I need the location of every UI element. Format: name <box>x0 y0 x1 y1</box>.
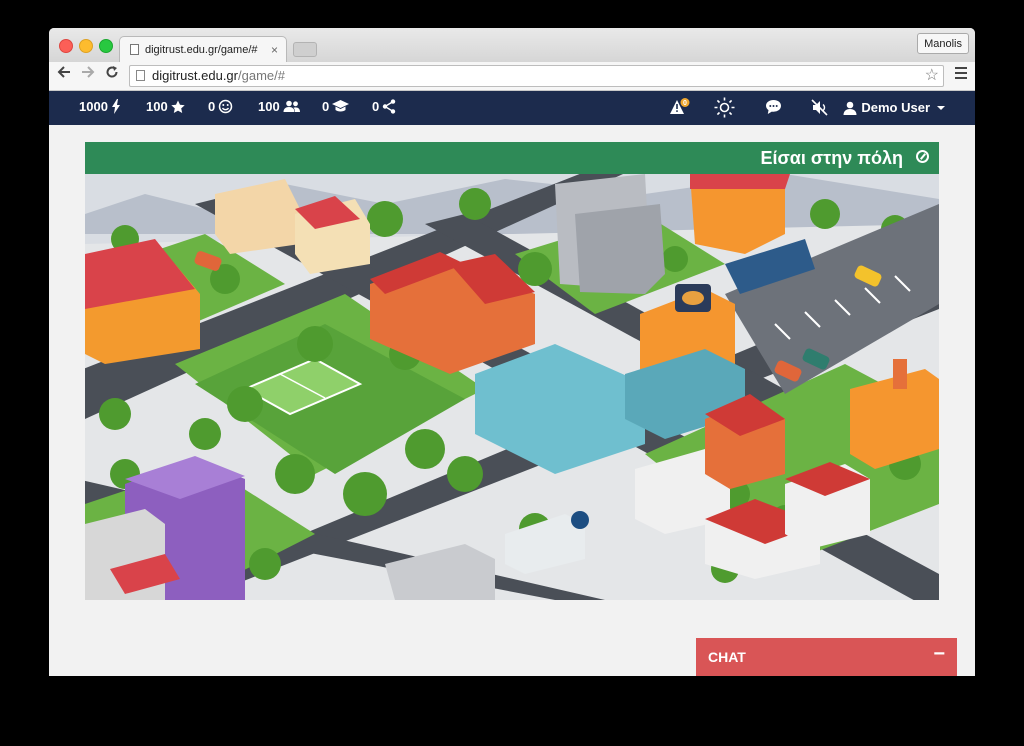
alerts-button[interactable]: 0 <box>669 98 691 121</box>
smiley-icon <box>218 99 233 114</box>
brightness-button[interactable] <box>714 97 735 121</box>
stars-value: 100 <box>146 99 168 114</box>
share-icon <box>383 99 396 114</box>
chat-panel[interactable]: CHAT − <box>696 638 957 676</box>
energy-value: 1000 <box>79 99 108 114</box>
page-icon <box>136 70 145 81</box>
lightning-icon <box>111 99 120 114</box>
forward-button[interactable] <box>81 65 95 84</box>
user-icon <box>843 101 857 115</box>
url-text: digitrust.edu.gr/game/# <box>152 66 285 86</box>
minimize-window-button[interactable] <box>79 39 93 53</box>
maximize-window-button[interactable] <box>99 39 113 53</box>
share-stat[interactable]: 0 <box>372 99 396 114</box>
close-window-button[interactable] <box>59 39 73 53</box>
arrow-left-icon <box>57 66 70 78</box>
url-host: digitrust.edu.gr <box>152 68 238 83</box>
user-name: Demo User <box>861 100 930 115</box>
browser-toolbar: digitrust.edu.gr/game/# ☆ <box>49 62 975 91</box>
users-icon <box>283 100 300 112</box>
tab-strip: digitrust.edu.gr/game/# × Manolis <box>49 28 975 62</box>
sun-icon <box>714 97 735 118</box>
browser-window: digitrust.edu.gr/game/# × Manolis digitr… <box>49 28 975 676</box>
education-value: 0 <box>322 99 330 114</box>
warning-icon: 0 <box>670 98 690 114</box>
chevron-down-icon <box>937 105 945 110</box>
page-favicon-icon <box>130 44 139 55</box>
chat-label: CHAT <box>708 649 746 665</box>
smiley-value: 0 <box>208 99 216 114</box>
volume-mute-icon <box>811 99 828 116</box>
url-path: /game/# <box>238 68 285 83</box>
city-panel: Είσαι στην πόλη <box>85 142 939 600</box>
new-tab-button[interactable] <box>293 42 317 57</box>
panel-header: Είσαι στην πόλη <box>85 142 939 174</box>
arrow-right-icon <box>82 66 95 78</box>
compass-icon[interactable] <box>916 150 929 163</box>
smiley-stat[interactable]: 0 <box>208 99 233 114</box>
education-stat[interactable]: 0 <box>322 99 350 114</box>
reload-icon <box>106 66 118 78</box>
sound-toggle-button[interactable] <box>811 99 829 119</box>
address-bar[interactable]: digitrust.edu.gr/game/# ☆ <box>129 65 944 87</box>
profile-button[interactable]: Manolis <box>917 33 969 54</box>
stars-stat[interactable]: 100 <box>146 99 185 114</box>
back-button[interactable] <box>57 65 71 84</box>
messages-button[interactable] <box>765 99 782 118</box>
energy-stat[interactable]: 1000 <box>79 99 121 114</box>
browser-menu-icon[interactable] <box>955 67 967 82</box>
bookmark-star-icon[interactable]: ☆ <box>925 66 939 86</box>
browser-tab[interactable]: digitrust.edu.gr/game/# × <box>119 36 287 62</box>
share-value: 0 <box>372 99 380 114</box>
chat-minimize-button[interactable]: − <box>933 643 945 666</box>
alerts-count: 0 <box>683 100 687 107</box>
tab-title: digitrust.edu.gr/game/# <box>145 43 258 56</box>
user-menu[interactable]: Demo User <box>843 100 945 115</box>
star-icon <box>171 100 185 113</box>
tab-close-button[interactable]: × <box>271 43 278 57</box>
burger-sign <box>675 284 711 312</box>
city-illustration <box>85 174 939 600</box>
reload-button[interactable] <box>105 65 119 84</box>
people-value: 100 <box>258 99 280 114</box>
graduation-cap-icon <box>332 100 350 112</box>
speech-bubble-icon <box>766 100 781 114</box>
city-map-image[interactable] <box>85 174 939 600</box>
panel-title: Είσαι στην πόλη <box>760 148 903 168</box>
game-navbar: 1000 100 0 100 0 0 0 Demo User <box>49 91 975 125</box>
people-stat[interactable]: 100 <box>258 99 301 114</box>
